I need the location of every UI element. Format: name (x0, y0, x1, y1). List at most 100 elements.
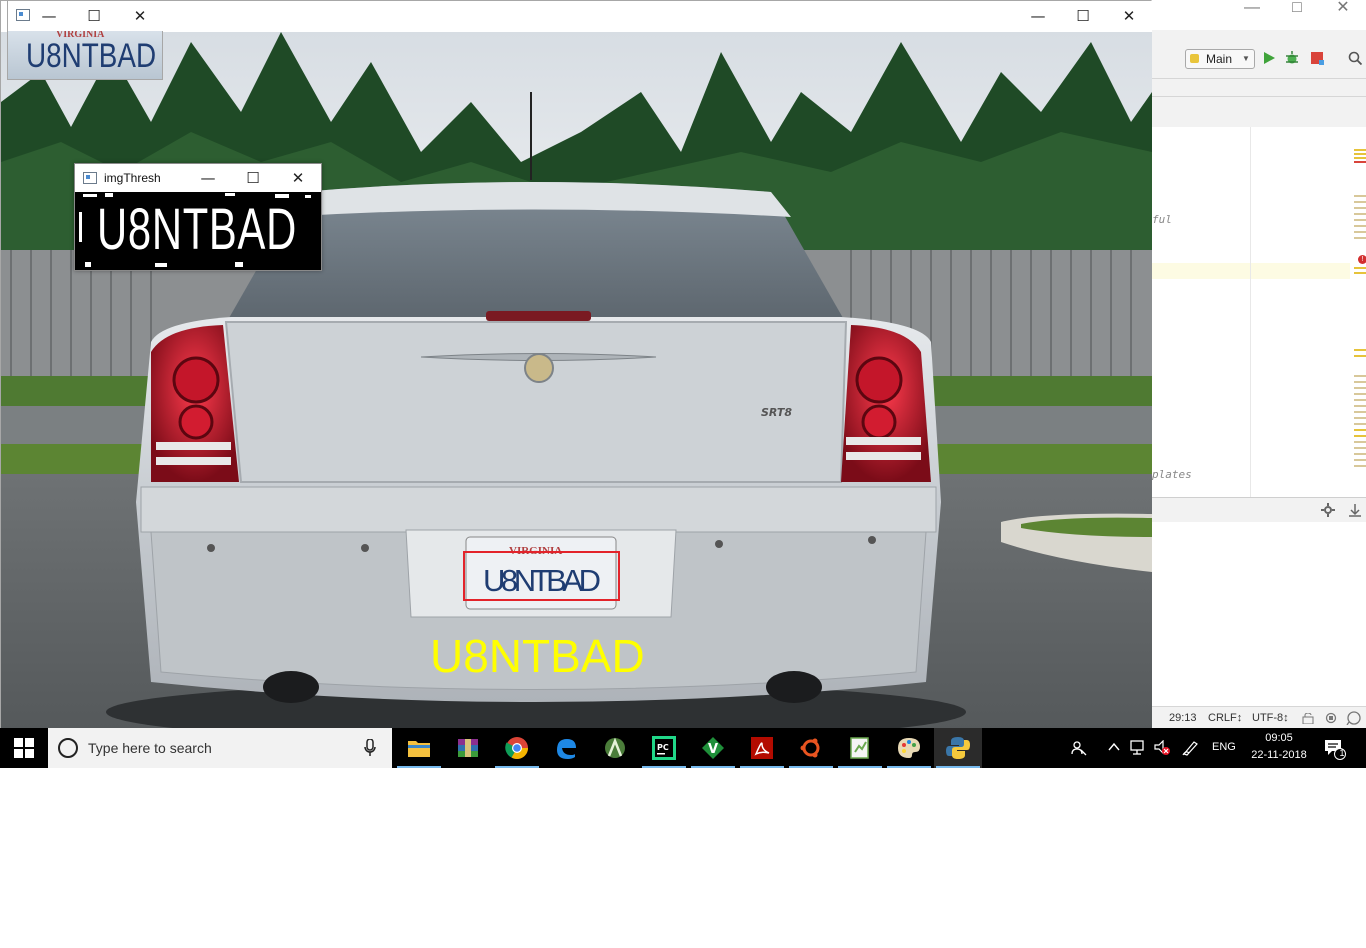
network-icon[interactable] (1130, 740, 1148, 756)
plate-crop-image: VIRGINIA U8NTBAD (8, 31, 162, 79)
cortana-icon (58, 738, 78, 758)
acrobat-icon (751, 737, 773, 759)
ubuntu-icon (800, 738, 820, 758)
current-line-highlight (1152, 263, 1350, 279)
chevron-down-icon: ▼ (1242, 54, 1250, 63)
code-fragment: ful (1152, 213, 1172, 226)
show-hidden-icons-chevron-icon[interactable] (1108, 742, 1120, 752)
maximize-button[interactable]: ☐ (1060, 1, 1106, 32)
system-tray: ENG 09:05 22-11-2018 1 (1066, 728, 1366, 768)
stop-icon[interactable] (1310, 51, 1324, 65)
input-language[interactable]: ENG (1212, 741, 1236, 753)
taskbar: Type here to search PC V ENG 09:05 22-11… (0, 728, 1366, 768)
code-editor[interactable]: ful plates ! (1152, 127, 1366, 497)
car-photo: SRT8 VIRGINIA U8NTBAD U8NTBAD (1, 32, 1152, 729)
search-icon[interactable] (1348, 51, 1362, 65)
run-output-panel[interactable] (1152, 522, 1366, 706)
right-margin-guide (1250, 127, 1251, 497)
search-box[interactable]: Type here to search (48, 728, 392, 768)
svg-text:V: V (708, 742, 718, 757)
threshold-window: imgThresh — ☐ ✕ U8NTBAD (74, 163, 322, 271)
plate-crop-text: U8NTBAD (26, 37, 157, 75)
plate-crop-window: — ☐ ✕ VIRGINIA U8NTBAD (7, 0, 164, 80)
plate-number-text: U8NTBAD (483, 563, 601, 598)
srt8-badge: SRT8 (761, 406, 792, 419)
ide-close-button[interactable]: ✕ (1320, 0, 1366, 30)
line-separator[interactable]: CRLF↕ (1208, 707, 1242, 729)
people-icon[interactable] (1071, 740, 1087, 756)
start-button[interactable] (0, 728, 48, 768)
run-config-select[interactable]: Main ▼ (1185, 49, 1255, 69)
paint-taskbar-button[interactable] (885, 728, 933, 768)
debug-icon[interactable] (1285, 51, 1299, 65)
python-icon (1190, 54, 1199, 63)
recognized-plate-text: U8NTBAD (430, 630, 645, 682)
close-button[interactable]: ✕ (275, 163, 321, 194)
pycharm-icon: PC (652, 736, 676, 760)
inspector-icon[interactable] (1324, 712, 1338, 724)
acrobat-taskbar-button[interactable] (738, 728, 786, 768)
code-fragment: plates (1152, 468, 1192, 481)
scene-graphic: SRT8 VIRGINIA U8NTBAD (1, 32, 1152, 729)
event-log-icon[interactable] (1346, 711, 1362, 725)
notepad-icon (850, 737, 869, 759)
gear-icon[interactable] (1320, 502, 1336, 518)
plate-window-titlebar: — ☐ ✕ (8, 1, 164, 31)
edge-taskbar-button[interactable] (542, 728, 590, 768)
error-stripe[interactable] (1352, 127, 1366, 497)
edge-icon (557, 739, 576, 759)
image-window: — ☐ ✕ SRT8 VIRGINIA U8NTBAD U8NTBAD (0, 0, 1152, 729)
threshold-noise (79, 193, 311, 267)
app-icon (83, 172, 97, 184)
volume-muted-icon[interactable] (1154, 740, 1170, 756)
pycharm-taskbar-button[interactable]: PC (640, 728, 688, 768)
minimize-button[interactable]: — (185, 163, 231, 194)
ide-maximize-button[interactable]: □ (1274, 0, 1320, 30)
file-encoding[interactable]: UTF-8↕ (1252, 707, 1289, 729)
file-explorer-taskbar-button[interactable] (395, 728, 443, 768)
vim-icon: V (702, 737, 724, 759)
maximize-button[interactable]: ☐ (230, 163, 276, 194)
python-taskbar-button[interactable] (934, 728, 982, 768)
microphone-icon[interactable] (364, 739, 376, 757)
threshold-window-titlebar: imgThresh — ☐ ✕ (75, 164, 321, 192)
tool-window-header (1152, 497, 1366, 523)
winrar-icon (458, 739, 478, 757)
close-button[interactable]: ✕ (1106, 1, 1152, 32)
winrar-taskbar-button[interactable] (444, 728, 492, 768)
run-config-label: Main (1206, 52, 1233, 66)
minimize-button[interactable]: — (1015, 1, 1061, 32)
ide-titlebar: — □ ✕ (1152, 0, 1366, 30)
vim-taskbar-button[interactable]: V (689, 728, 737, 768)
folder-icon (408, 741, 430, 757)
chrome-taskbar-button[interactable] (493, 728, 541, 768)
notepad-plus-taskbar-button[interactable] (836, 728, 884, 768)
android-studio-icon (605, 737, 625, 758)
svg-text:PC: PC (657, 743, 669, 752)
paint-palette-icon (898, 738, 920, 758)
caret-position[interactable]: 29:13 (1169, 707, 1197, 729)
image-window-titlebar: — ☐ ✕ (1, 1, 1152, 32)
pen-ink-icon[interactable] (1182, 740, 1198, 756)
python-icon (946, 737, 970, 759)
windows-logo-icon (14, 738, 34, 758)
ide-navigation-bar (1152, 96, 1366, 128)
lock-icon[interactable] (1302, 713, 1314, 724)
ide-minimize-button[interactable]: — (1229, 0, 1275, 30)
clock-date[interactable]: 22-11-2018 (1247, 749, 1311, 761)
ide-window: — □ ✕ Main ▼ ful plates ! 29:13 CRLF↕ UT… (1151, 0, 1366, 729)
chrome-icon (505, 737, 528, 759)
threshold-image: U8NTBAD (75, 192, 321, 270)
run-icon[interactable] (1262, 51, 1276, 65)
ide-status-bar: 29:13 CRLF↕ UTF-8↕ (1152, 706, 1366, 729)
notification-count: 1 (1339, 748, 1345, 758)
close-button[interactable]: ✕ (117, 1, 163, 32)
ide-toolbar: Main ▼ (1152, 38, 1366, 79)
hide-panel-icon[interactable] (1348, 502, 1362, 518)
clock-time[interactable]: 09:05 (1259, 732, 1299, 744)
minimize-button[interactable]: — (26, 1, 72, 32)
maximize-button[interactable]: ☐ (71, 1, 117, 32)
ubuntu-taskbar-button[interactable] (787, 728, 835, 768)
threshold-window-title: imgThresh (104, 171, 161, 185)
android-studio-taskbar-button[interactable] (591, 728, 639, 768)
